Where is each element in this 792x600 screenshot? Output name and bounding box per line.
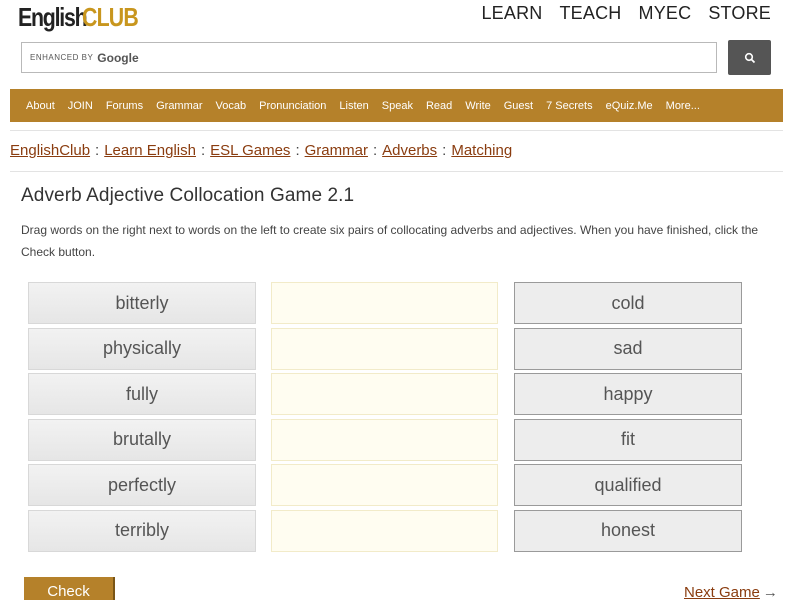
draggable-adjective-tile[interactable]: qualified [514,464,742,506]
adverb-tile: bitterly [28,282,256,324]
draggable-adjective-tile[interactable]: sad [514,327,742,370]
adverb-tile: physically [28,327,256,370]
breadcrumb-separator: : [372,142,378,159]
logo-text-english: English [18,2,88,32]
breadcrumb-separator: : [295,142,300,159]
nav-equiz[interactable]: eQuiz.Me [606,100,653,112]
nav-vocab[interactable]: Vocab [216,100,247,112]
breadcrumb: EnglishClub: Learn English: ESL Games: Gram… [10,142,512,159]
breadcrumb-separator: : [200,142,206,159]
draggable-adjective-tile[interactable]: cold [514,282,742,324]
nav-about[interactable]: About [26,100,55,112]
divider [10,130,783,131]
main-nav: About JOIN Forums Grammar Vocab Pronunci… [10,89,783,122]
search-button[interactable] [728,40,771,75]
nav-join[interactable]: JOIN [68,100,93,112]
topnav-learn[interactable]: LEARN [481,3,542,24]
nav-write[interactable]: Write [465,100,490,112]
drop-slot[interactable] [271,327,498,370]
drop-slot[interactable] [271,418,498,461]
drop-slot[interactable] [271,464,498,506]
search-input[interactable]: ENHANCED BY Google [21,42,717,73]
englishclub-logo[interactable]: English CLUB [18,2,150,36]
draggable-adjective-tile[interactable]: honest [514,509,742,552]
topnav-teach[interactable]: TEACH [559,3,621,24]
nav-forums[interactable]: Forums [106,100,143,112]
top-nav: LEARN TEACH MYEC STORE [481,3,771,24]
nav-pronunciation[interactable]: Pronunciation [259,100,326,112]
drop-slot-column [271,282,498,555]
divider [10,171,783,172]
adverb-column: bitterly physically fully brutally perfe… [28,282,256,555]
breadcrumb-grammar[interactable]: Grammar [305,142,368,159]
adverb-tile: brutally [28,418,256,461]
nav-more[interactable]: More... [666,100,700,112]
breadcrumb-adverbs[interactable]: Adverbs [382,142,437,159]
adverb-tile: perfectly [28,464,256,506]
search-icon [744,52,755,63]
draggable-adjective-tile[interactable]: happy [514,373,742,415]
nav-read[interactable]: Read [426,100,452,112]
breadcrumb-englishclub[interactable]: EnglishClub [10,142,90,159]
breadcrumb-learn-english[interactable]: Learn English [104,142,196,159]
drop-slot[interactable] [271,282,498,324]
drop-slot[interactable] [271,373,498,415]
breadcrumb-matching[interactable]: Matching [451,142,512,159]
topnav-myec[interactable]: MYEC [639,3,692,24]
instructions: Drag words on the right next to words on… [21,223,759,259]
nav-7-secrets[interactable]: 7 Secrets [546,100,592,112]
adverb-tile: terribly [28,509,256,552]
drop-slot[interactable] [271,509,498,552]
adverb-tile: fully [28,373,256,415]
arrow-right-icon: → [762,584,778,600]
next-game-link[interactable]: Next Game → [684,584,778,600]
topnav-store[interactable]: STORE [708,3,771,24]
search-google-label: Google [97,50,139,65]
nav-guest[interactable]: Guest [504,100,533,112]
breadcrumb-separator: : [442,142,447,159]
logo-text-club: CLUB [82,2,139,32]
nav-grammar[interactable]: Grammar [156,100,202,112]
draggable-adjective-tile[interactable]: fit [514,418,742,461]
breadcrumb-separator: : [95,142,100,159]
search-enhanced-label: ENHANCED BY [30,53,94,62]
adjective-column: cold sad happy fit qualified honest [514,282,742,555]
nav-listen[interactable]: Listen [339,100,368,112]
next-game-label: Next Game [684,584,760,600]
check-button[interactable]: Check [24,577,115,600]
nav-speak[interactable]: Speak [382,100,413,112]
page-title: Adverb Adjective Collocation Game 2.1 [21,185,355,206]
breadcrumb-esl-games[interactable]: ESL Games [210,142,290,159]
